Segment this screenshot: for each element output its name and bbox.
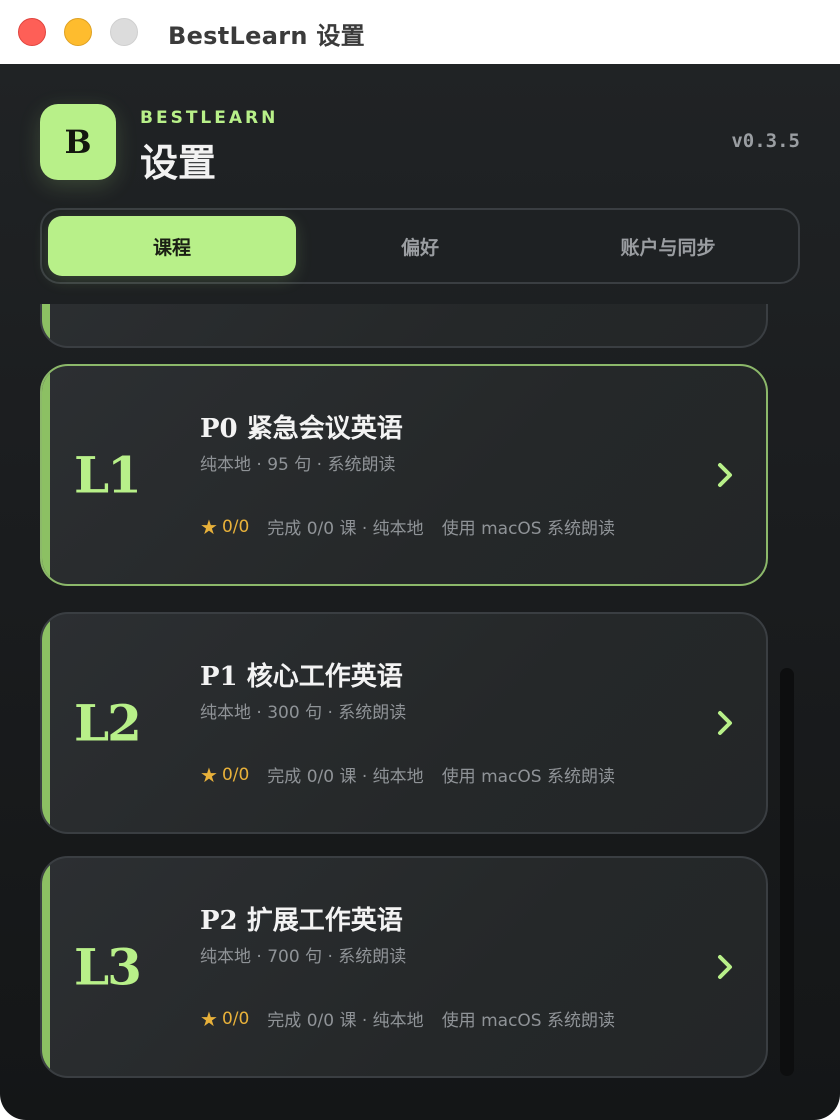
chevron-right-icon[interactable] bbox=[714, 953, 736, 981]
window-title: BestLearn 设置 bbox=[168, 22, 365, 50]
chevron-right-icon[interactable] bbox=[714, 709, 736, 737]
page-title: 设置 bbox=[140, 141, 217, 185]
course-progress: 完成 0/0 课 · 纯本地 bbox=[267, 519, 424, 539]
course-level: L3 bbox=[74, 937, 142, 997]
course-progress: 完成 0/0 课 · 纯本地 bbox=[267, 767, 424, 787]
version-label: v0.3.5 bbox=[731, 130, 800, 152]
course-score: 0/0 bbox=[221, 1008, 250, 1029]
course-card-l3[interactable]: L3 P2 扩展工作英语 纯本地 · 700 句 · 系统朗读 ★ 0/0 完成… bbox=[40, 856, 768, 1078]
course-stats: ★ 0/0 完成 0/0 课 · 纯本地 使用 macOS 系统朗读 bbox=[200, 762, 615, 788]
close-window-button[interactable] bbox=[18, 18, 46, 46]
course-voice: 使用 macOS 系统朗读 bbox=[441, 1011, 615, 1031]
course-stats: ★ 0/0 完成 0/0 课 · 纯本地 使用 macOS 系统朗读 bbox=[200, 514, 615, 540]
course-voice: 使用 macOS 系统朗读 bbox=[441, 519, 615, 539]
course-progress: 完成 0/0 课 · 纯本地 bbox=[267, 1011, 424, 1031]
logo-letter: B bbox=[64, 123, 92, 161]
chevron-right-icon[interactable] bbox=[714, 461, 736, 489]
course-title: P1 核心工作英语 bbox=[200, 662, 403, 692]
settings-tabs: 课程 偏好 账户与同步 bbox=[40, 208, 800, 284]
course-level: L2 bbox=[74, 693, 142, 753]
tab-preferences[interactable]: 偏好 bbox=[296, 216, 544, 276]
course-title: P0 紧急会议英语 bbox=[200, 414, 403, 444]
star-icon: ★ bbox=[200, 762, 218, 787]
course-card-l1[interactable]: L1 P0 紧急会议英语 纯本地 · 95 句 · 系统朗读 ★ 0/0 完成 … bbox=[40, 364, 768, 586]
minimize-window-button[interactable] bbox=[64, 18, 92, 46]
scrollbar[interactable] bbox=[780, 668, 794, 1076]
course-card[interactable] bbox=[40, 304, 768, 348]
star-icon: ★ bbox=[200, 514, 218, 539]
app-logo: B bbox=[40, 104, 116, 180]
course-subtitle: 纯本地 · 95 句 · 系统朗读 bbox=[200, 455, 396, 475]
course-subtitle: 纯本地 · 700 句 · 系统朗读 bbox=[200, 947, 407, 967]
course-subtitle: 纯本地 · 300 句 · 系统朗读 bbox=[200, 703, 407, 723]
course-voice: 使用 macOS 系统朗读 bbox=[441, 767, 615, 787]
course-title: P2 扩展工作英语 bbox=[200, 906, 403, 936]
settings-panel: B BESTLEARN 设置 v0.3.5 课程 偏好 账户与同步 L1 P0 … bbox=[0, 64, 840, 1120]
course-level: L1 bbox=[74, 445, 142, 505]
course-card-l2[interactable]: L2 P1 核心工作英语 纯本地 · 300 句 · 系统朗读 ★ 0/0 完成… bbox=[40, 612, 768, 834]
tab-courses[interactable]: 课程 bbox=[48, 216, 296, 276]
title-bar: BestLearn 设置 bbox=[0, 0, 840, 64]
star-icon: ★ bbox=[200, 1006, 218, 1031]
course-stats: ★ 0/0 完成 0/0 课 · 纯本地 使用 macOS 系统朗读 bbox=[200, 1006, 615, 1032]
course-score: 0/0 bbox=[221, 764, 250, 785]
course-score: 0/0 bbox=[221, 516, 250, 537]
brand-name: BESTLEARN bbox=[140, 108, 279, 128]
zoom-window-button[interactable] bbox=[110, 18, 138, 46]
tab-account-sync[interactable]: 账户与同步 bbox=[544, 216, 792, 276]
course-list[interactable]: L1 P0 紧急会议英语 纯本地 · 95 句 · 系统朗读 ★ 0/0 完成 … bbox=[0, 304, 840, 1120]
